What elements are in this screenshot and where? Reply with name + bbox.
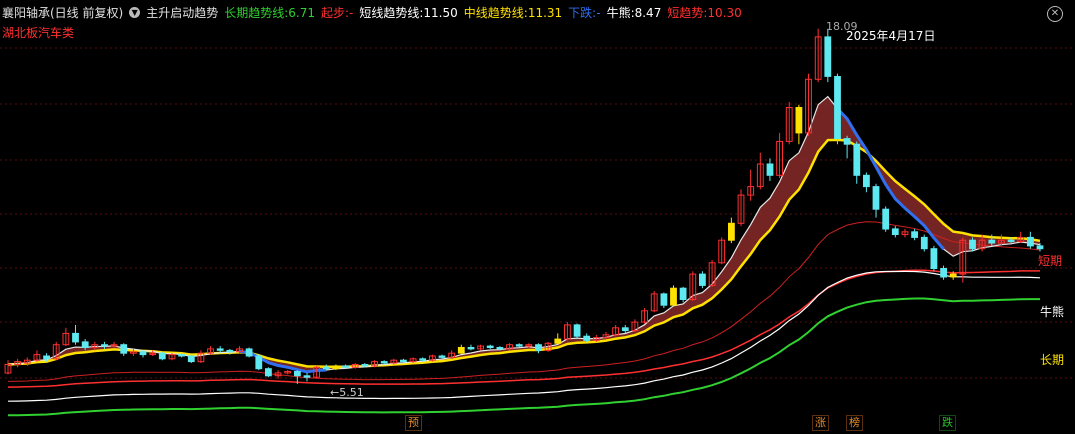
signal-tag: 跌: [939, 415, 956, 431]
candle-body: [949, 273, 957, 278]
start-label: 起步:: [320, 6, 350, 20]
candle-body: [120, 344, 128, 354]
candle-body: [863, 174, 870, 188]
candle-body: [891, 228, 899, 235]
candle-body: [467, 347, 475, 350]
close-icon[interactable]: ✕: [1047, 6, 1063, 22]
candle-body: [187, 355, 195, 363]
candle-body: [438, 355, 446, 358]
bear-line: [7, 270, 1041, 402]
candle-body: [515, 344, 523, 347]
candle-body: [361, 364, 369, 367]
candle-body: [535, 344, 542, 351]
candle-body: [766, 163, 774, 176]
short-line-label: 短期: [1038, 254, 1063, 268]
candle-body: [457, 347, 465, 354]
long-trend-label: 长期趋势线:: [224, 6, 289, 20]
candle-body: [216, 348, 224, 351]
candle-body: [486, 345, 494, 349]
candle-body: [303, 375, 311, 378]
candle-body: [795, 107, 803, 134]
candle-body: [843, 138, 851, 145]
short-trend-value: 11.50: [423, 5, 458, 20]
candle-body: [72, 332, 79, 343]
indicator-name[interactable]: 主升启动趋势: [146, 4, 218, 21]
short-trend2-value: 10.30: [707, 5, 742, 20]
candle-body: [245, 348, 253, 357]
candle-body: [419, 358, 427, 361]
candle-body: [573, 324, 581, 337]
candle-body: [1007, 239, 1015, 243]
candle-body: [1027, 236, 1034, 247]
candle-body: [670, 287, 677, 306]
header-bar: 襄阳轴承(日线 前复权) ▼ 主升启动趋势 长期趋势线: 6.71 起步: - …: [2, 4, 742, 21]
candle-body: [342, 365, 350, 368]
peak-date-label: 2025年4月17日: [846, 29, 936, 43]
candle-body: [265, 368, 272, 377]
candle-body: [583, 335, 591, 341]
kline-chart[interactable]: [0, 0, 1075, 434]
arrow-left-icon: ←: [330, 386, 340, 399]
signal-tag: 预: [405, 415, 422, 431]
candle-body: [834, 76, 841, 140]
candle-body: [621, 327, 629, 332]
candle-body: [699, 273, 706, 286]
candle-body: [332, 365, 340, 370]
candle-body: [496, 347, 504, 350]
candle-body: [660, 293, 668, 306]
candle-body: [853, 143, 861, 176]
candle-body: [158, 352, 166, 360]
candle-body: [43, 355, 51, 360]
candle-body: [679, 287, 687, 301]
candle-body: [139, 351, 147, 356]
long-trend-value: 6.71: [288, 5, 315, 20]
candle-body: [255, 355, 263, 370]
bear-line-label: 牛熊: [1040, 305, 1065, 319]
candle-body: [969, 239, 976, 250]
trend-band: [8, 96, 1040, 372]
candle-body: [81, 341, 89, 348]
sector-label[interactable]: 湖北板汽车类: [2, 24, 74, 41]
candle-body: [911, 231, 919, 238]
candle-body: [872, 186, 880, 210]
candle-body: [1036, 245, 1044, 250]
candle-body: [294, 371, 301, 377]
candle-body: [824, 36, 832, 77]
signal-tag: 涨: [812, 415, 829, 431]
stock-title[interactable]: 襄阳轴承(日线 前复权): [2, 4, 123, 21]
candle-body: [380, 361, 388, 364]
candle-body: [920, 236, 928, 250]
candle-body: [400, 359, 407, 363]
peak-value-label: 18.09: [826, 20, 858, 33]
low-value-label: ←5.51: [330, 386, 364, 399]
candle-body: [882, 208, 890, 230]
short-trend-line: [7, 95, 1041, 373]
candle-body: [178, 354, 185, 357]
signal-tag: 榜: [846, 415, 863, 431]
mid-trend-value: 11.31: [527, 5, 563, 20]
candle-body: [554, 338, 562, 344]
bear-label: 牛熊:: [606, 6, 635, 20]
short-trend2-label: 短趋势:: [667, 6, 708, 20]
bear-value: 8.47: [634, 5, 662, 20]
candle-body: [322, 366, 330, 370]
low-value-text: 5.51: [339, 386, 364, 399]
candle-body: [728, 222, 735, 241]
candle-body: [940, 268, 948, 278]
candle-body: [101, 344, 108, 347]
short-trend-label: 短线趋势线:: [359, 6, 424, 20]
mid-trend-label: 中线趋势线:: [463, 6, 528, 20]
long-trend-line: [7, 269, 1040, 388]
long-line-label: 长期: [1040, 353, 1065, 367]
candle-body: [226, 349, 234, 353]
candle-body: [930, 248, 938, 269]
start-value: -: [349, 5, 354, 20]
down-label: 下跌:: [568, 6, 597, 20]
down-value: -: [596, 5, 601, 20]
candle-body: [988, 239, 996, 244]
indicator-toggle-icon[interactable]: ▼: [129, 7, 141, 18]
